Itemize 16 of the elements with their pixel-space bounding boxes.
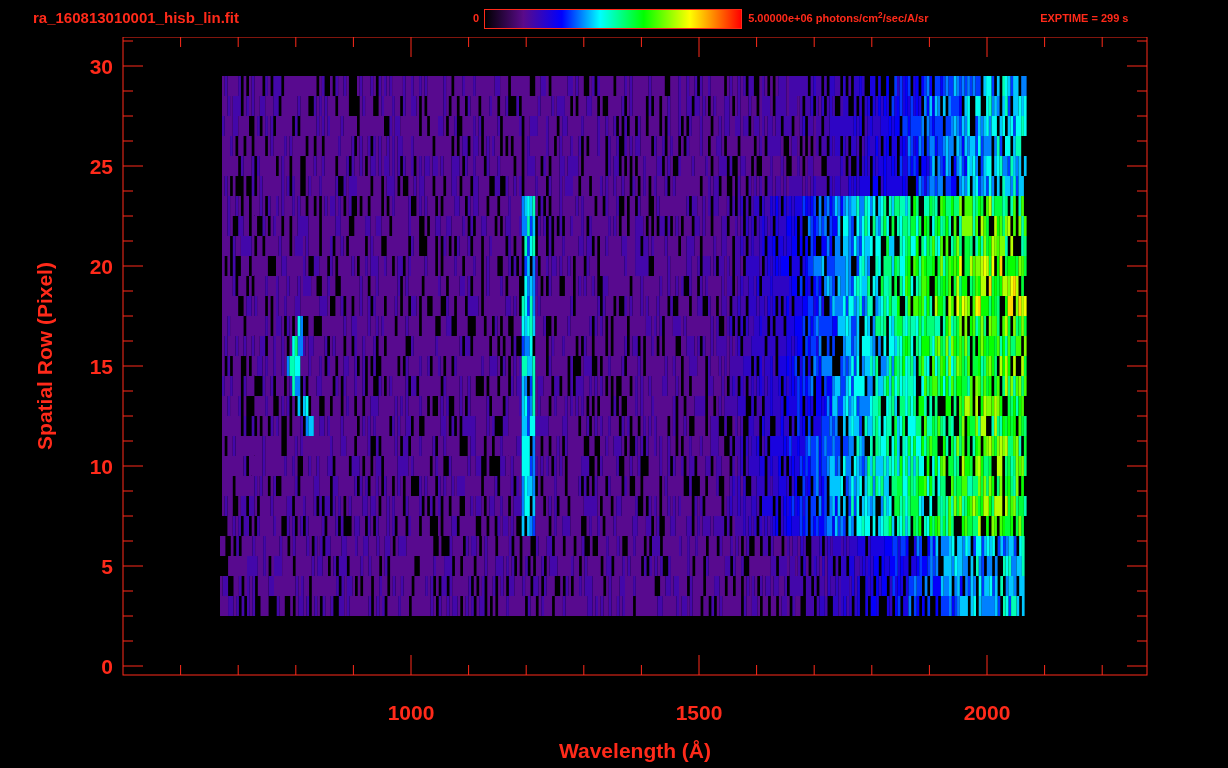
y-tick-label: 0 bbox=[101, 655, 113, 678]
y-tick-label: 20 bbox=[89, 255, 113, 278]
exposure-time: EXPTIME = 299 s bbox=[1040, 11, 1129, 27]
y-tick-label: 15 bbox=[89, 355, 113, 378]
y-axis-label: Spatial Row (Pixel) bbox=[33, 262, 56, 450]
y-tick-label: 5 bbox=[101, 555, 113, 578]
y-tick-label: 30 bbox=[89, 55, 113, 78]
y-tick-label: 10 bbox=[89, 455, 113, 478]
x-tick-label: 2000 bbox=[963, 701, 1011, 724]
file-title: ra_160813010001_hisb_lin.fit bbox=[33, 8, 240, 29]
colorbar-max-label: 5.00000e+06 photons/cm$^{2}$/sec/A/sr bbox=[748, 10, 930, 27]
y-tick-label: 25 bbox=[89, 155, 113, 178]
x-axis-label: Wavelength (Å) bbox=[558, 739, 712, 762]
x-tick-label: 1000 bbox=[387, 701, 435, 724]
colorbar-min-label: 0 bbox=[473, 11, 480, 27]
x-tick-label: 1500 bbox=[675, 701, 723, 724]
